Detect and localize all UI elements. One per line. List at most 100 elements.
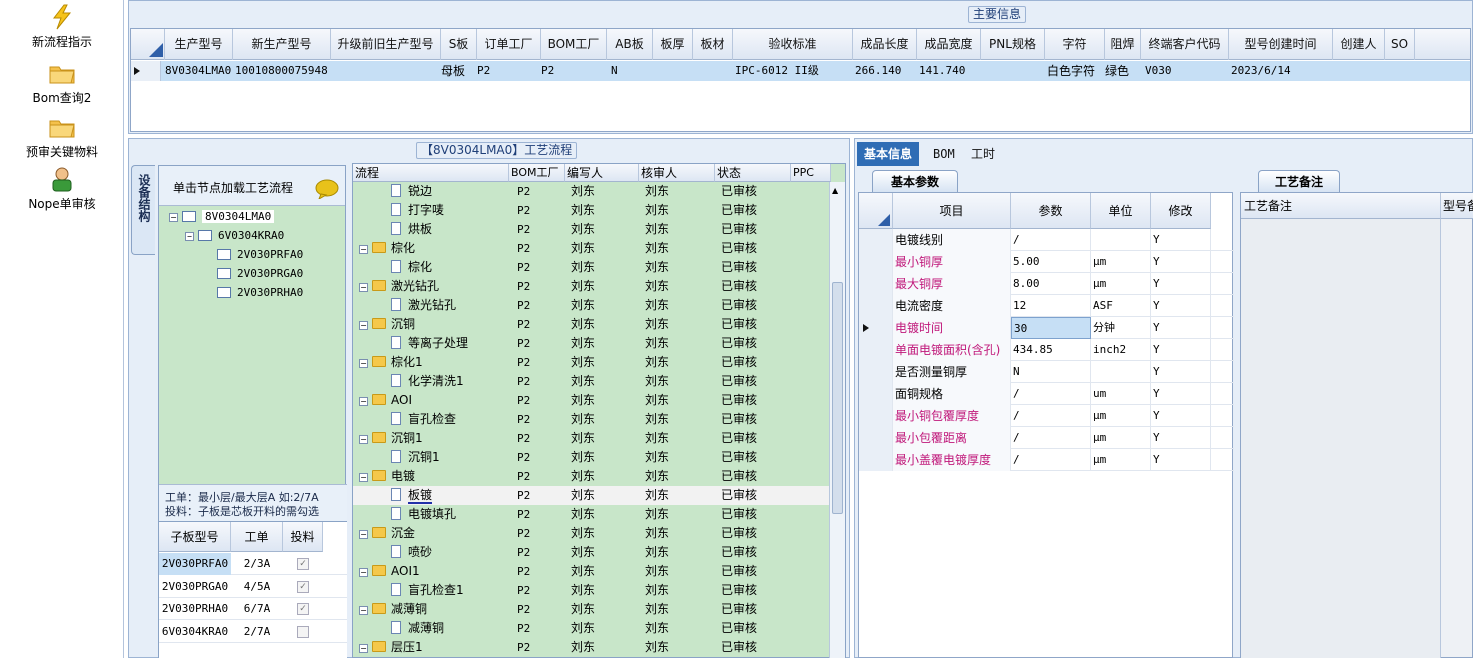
- nav-item-nope-review[interactable]: Nope单审核: [0, 166, 124, 212]
- tab-equipment-structure[interactable]: 设备结构: [131, 165, 155, 255]
- tree-node-child[interactable]: −6V0304KRA0: [185, 229, 284, 242]
- col-header[interactable]: 型号备: [1441, 193, 1473, 219]
- col-header[interactable]: 编写人: [565, 164, 639, 182]
- col-header[interactable]: 订单工厂: [477, 29, 541, 60]
- table-row[interactable]: 2V030PRHA0 6/7A ✓: [159, 598, 347, 620]
- col-header[interactable]: 状态: [715, 164, 791, 182]
- param-edit[interactable]: Y: [1151, 273, 1211, 295]
- scroll-thumb[interactable]: [832, 282, 843, 514]
- table-row[interactable]: 棕化 P2 刘东 刘东 已审核: [353, 258, 831, 277]
- col-header[interactable]: S板: [441, 29, 477, 60]
- param-value[interactable]: 434.85: [1011, 339, 1091, 361]
- table-row[interactable]: 打字唛 P2 刘东 刘东 已审核: [353, 201, 831, 220]
- table-row[interactable]: 激光钻孔 P2 刘东 刘东 已审核: [353, 296, 831, 315]
- col-header[interactable]: PPC: [791, 164, 831, 182]
- tab-process-notes[interactable]: 工艺备注: [1258, 170, 1340, 192]
- param-edit[interactable]: Y: [1151, 427, 1211, 449]
- param-value[interactable]: /: [1011, 449, 1091, 471]
- col-header[interactable]: 子板型号: [159, 522, 231, 552]
- feed-checkbox[interactable]: ✓: [297, 603, 309, 615]
- table-row[interactable]: 2V030PRFA0 2/3A ✓: [159, 553, 347, 575]
- scrollbar[interactable]: ▲: [829, 182, 845, 658]
- col-header[interactable]: 成品宽度: [917, 29, 981, 60]
- table-row[interactable]: 是否测量铜厚 N Y: [859, 361, 1234, 383]
- param-value[interactable]: /: [1011, 427, 1091, 449]
- table-row[interactable]: − 棕化 P2 刘东 刘东 已审核: [353, 239, 831, 258]
- col-header[interactable]: BOM工厂: [541, 29, 607, 60]
- table-row[interactable]: 最小铜包覆厚度 / μm Y: [859, 405, 1234, 427]
- feed-checkbox[interactable]: ✓: [297, 580, 309, 593]
- col-header[interactable]: 单位: [1091, 193, 1151, 229]
- cell-char[interactable]: 白色字符: [1047, 61, 1095, 81]
- feed-checkbox[interactable]: ✓: [297, 558, 309, 570]
- cell-bom-factory[interactable]: P2: [541, 61, 554, 81]
- table-row[interactable]: − 沉铜 P2 刘东 刘东 已审核: [353, 315, 831, 334]
- cell-model[interactable]: 8V0304LMA0: [165, 61, 231, 81]
- notes-body[interactable]: [1241, 219, 1441, 658]
- table-row[interactable]: 板镀 P2 刘东 刘东 已审核: [353, 486, 831, 505]
- nav-item-prereview[interactable]: 预审关键物料: [0, 114, 124, 160]
- table-row[interactable]: − 棕化1 P2 刘东 刘东 已审核: [353, 353, 831, 372]
- col-header[interactable]: 成品长度: [853, 29, 917, 60]
- param-value[interactable]: 5.00: [1011, 251, 1091, 273]
- col-header[interactable]: 工单: [231, 522, 283, 552]
- tree-node-root[interactable]: −8V0304LMA0: [169, 210, 275, 223]
- param-edit[interactable]: Y: [1151, 317, 1211, 339]
- param-edit[interactable]: Y: [1151, 251, 1211, 273]
- cell-customer[interactable]: V030: [1145, 61, 1172, 81]
- col-header[interactable]: 修改: [1151, 193, 1211, 229]
- table-row[interactable]: 盲孔检查1 P2 刘东 刘东 已审核: [353, 581, 831, 600]
- col-header[interactable]: 字符: [1045, 29, 1105, 60]
- col-header[interactable]: BOM工厂: [509, 164, 565, 182]
- table-row[interactable]: − 激光钻孔 P2 刘东 刘东 已审核: [353, 277, 831, 296]
- param-edit[interactable]: Y: [1151, 383, 1211, 405]
- cell-s-board[interactable]: 母板: [441, 61, 465, 81]
- cell-length[interactable]: 266.140: [855, 61, 901, 81]
- table-row[interactable]: 最小包覆距离 / μm Y: [859, 427, 1234, 449]
- col-header[interactable]: 核审人: [639, 164, 715, 182]
- table-row[interactable]: 等离子处理 P2 刘东 刘东 已审核: [353, 334, 831, 353]
- col-header[interactable]: 型号创建时间: [1229, 29, 1333, 60]
- col-header[interactable]: PNL规格: [981, 29, 1045, 60]
- table-row[interactable]: − 减薄铜 P2 刘东 刘东 已审核: [353, 600, 831, 619]
- col-header[interactable]: 新生产型号: [233, 29, 331, 60]
- col-header[interactable]: 参数: [1011, 193, 1091, 229]
- col-header[interactable]: 验收标准: [733, 29, 853, 60]
- table-row[interactable]: 电流密度 12 ASF Y: [859, 295, 1234, 317]
- table-row[interactable]: 化学清洗1 P2 刘东 刘东 已审核: [353, 372, 831, 391]
- param-edit[interactable]: Y: [1151, 361, 1211, 383]
- cell-order-factory[interactable]: P2: [477, 61, 490, 81]
- param-edit[interactable]: Y: [1151, 405, 1211, 427]
- table-row[interactable]: 2V030PRGA0 4/5A ✓: [159, 576, 347, 598]
- col-header[interactable]: 板材: [693, 29, 733, 60]
- param-value[interactable]: /: [1011, 405, 1091, 427]
- table-row[interactable]: 喷砂 P2 刘东 刘东 已审核: [353, 543, 831, 562]
- cell-width[interactable]: 141.740: [919, 61, 965, 81]
- param-edit[interactable]: Y: [1151, 449, 1211, 471]
- tab-basic-info[interactable]: 基本信息: [857, 142, 920, 166]
- param-edit[interactable]: Y: [1151, 229, 1211, 251]
- table-row[interactable]: 最小盖覆电镀厚度 / μm Y: [859, 449, 1234, 471]
- table-row[interactable]: 电镀线别 / Y: [859, 229, 1234, 251]
- table-row[interactable]: 烘板 P2 刘东 刘东 已审核: [353, 220, 831, 239]
- col-header[interactable]: 创建人: [1333, 29, 1385, 60]
- table-row[interactable]: 6V0304KRA0 2/7A: [159, 621, 347, 643]
- param-value[interactable]: 30: [1011, 317, 1091, 339]
- tree-node-leaf[interactable]: 2V030PRFA0: [217, 248, 303, 261]
- table-row[interactable]: − AOI P2 刘东 刘东 已审核: [353, 391, 831, 410]
- col-header[interactable]: 升级前旧生产型号: [331, 29, 441, 60]
- param-edit[interactable]: Y: [1151, 339, 1211, 361]
- table-row[interactable]: 面铜规格 / um Y: [859, 383, 1234, 405]
- table-row[interactable]: − AOI1 P2 刘东 刘东 已审核: [353, 562, 831, 581]
- col-header[interactable]: 生产型号: [165, 29, 233, 60]
- param-value[interactable]: 12: [1011, 295, 1091, 317]
- param-edit[interactable]: Y: [1151, 295, 1211, 317]
- tab-basic-params[interactable]: 基本参数: [872, 170, 958, 192]
- table-row[interactable]: − 层压1 P2 刘东 刘东 已审核: [353, 638, 831, 657]
- tab-hours[interactable]: 工时: [964, 142, 1002, 166]
- table-row[interactable]: 电镀填孔 P2 刘东 刘东 已审核: [353, 505, 831, 524]
- tab-bom[interactable]: BOM: [926, 142, 962, 166]
- table-row[interactable]: 单面电镀面积(含孔) 434.85 inch2 Y: [859, 339, 1234, 361]
- feed-checkbox[interactable]: [297, 625, 309, 638]
- nav-item-bom-query[interactable]: Bom查询2: [0, 60, 124, 106]
